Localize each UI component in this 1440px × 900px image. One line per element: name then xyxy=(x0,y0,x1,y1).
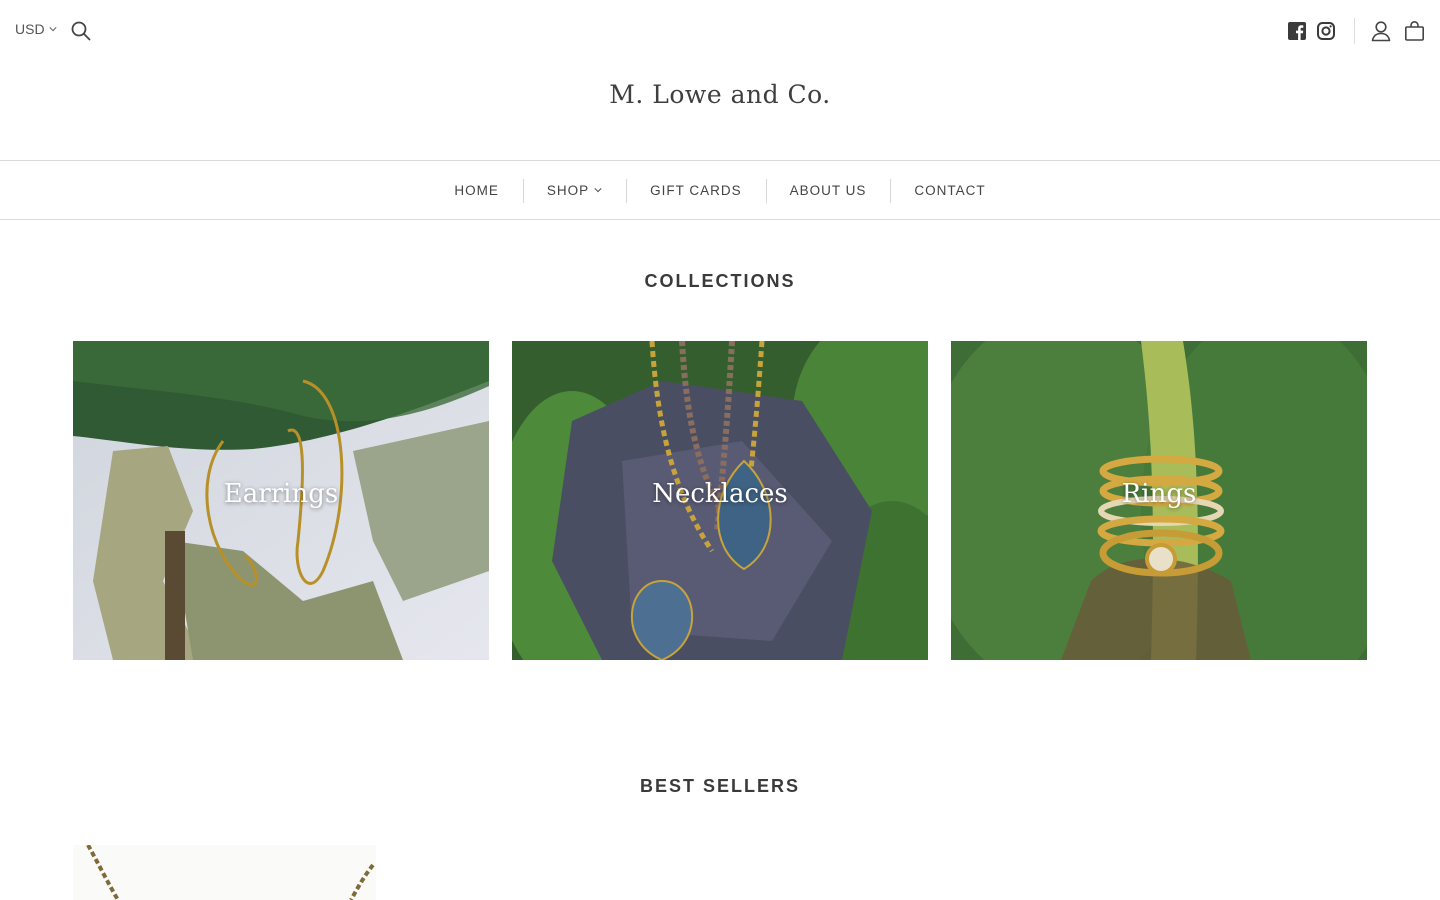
account-icon[interactable] xyxy=(1371,20,1391,42)
collection-card-rings[interactable]: Rings xyxy=(951,341,1367,660)
top-bar: USD xyxy=(0,0,1440,62)
utility-divider xyxy=(1354,18,1355,44)
nav-item-home[interactable]: HOME xyxy=(430,183,523,198)
nav-item-label: CONTACT xyxy=(914,182,986,198)
nav-item-label: GIFT CARDS xyxy=(650,182,742,198)
collection-card-label: Necklaces xyxy=(652,479,788,509)
chevron-down-icon xyxy=(48,27,57,32)
collection-card-label: Earrings xyxy=(223,479,339,509)
best-sellers-title: BEST SELLERS xyxy=(639,776,801,796)
brand-logo[interactable]: M. Lowe and Co. xyxy=(0,80,1440,109)
main-nav: HOME SHOP GIFT CARDS ABOUT US CONTACT xyxy=(0,160,1440,220)
collection-card-label: Rings xyxy=(1121,479,1197,509)
nav-item-shop[interactable]: SHOP xyxy=(522,178,626,203)
collections-title: COLLECTIONS xyxy=(644,271,796,291)
search-icon[interactable] xyxy=(70,20,92,42)
currency-label: USD xyxy=(15,21,45,37)
chevron-down-icon xyxy=(594,188,602,193)
nav-item-label: HOME xyxy=(454,182,499,198)
cart-icon[interactable] xyxy=(1404,20,1425,42)
nav-item-label: SHOP xyxy=(546,182,590,198)
currency-selector[interactable]: USD xyxy=(15,21,57,37)
collection-card-earrings[interactable]: Earrings xyxy=(73,341,489,660)
instagram-icon[interactable] xyxy=(1316,21,1336,41)
product-image xyxy=(73,845,376,900)
product-card[interactable] xyxy=(73,845,376,900)
nav-item-about-us[interactable]: ABOUT US xyxy=(765,178,891,203)
facebook-icon[interactable] xyxy=(1287,21,1307,41)
nav-item-gift-cards[interactable]: GIFT CARDS xyxy=(626,178,766,203)
collection-card-necklaces[interactable]: Necklaces xyxy=(512,341,928,660)
nav-item-label: ABOUT US xyxy=(789,182,867,198)
nav-item-contact[interactable]: CONTACT xyxy=(890,178,1009,203)
